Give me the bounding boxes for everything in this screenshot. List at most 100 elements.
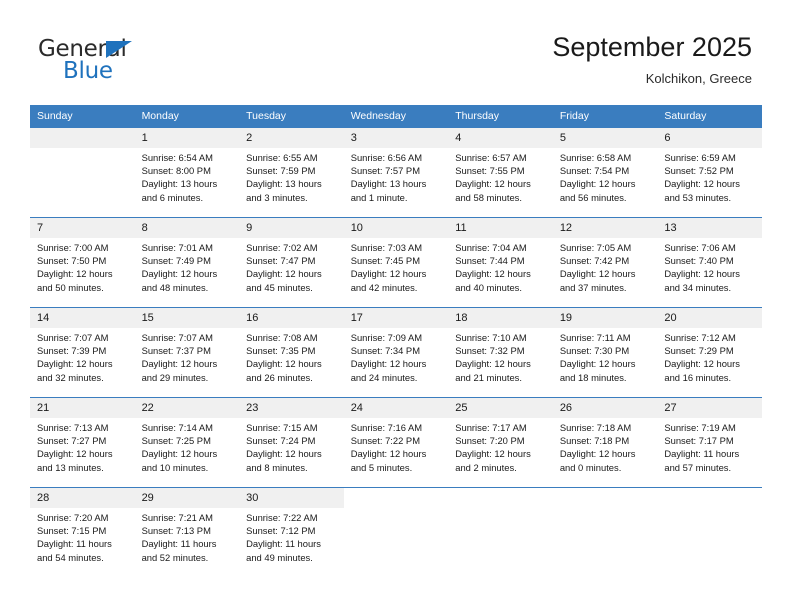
calendar-day-cell[interactable]: 10 Sunrise: 7:03 AM Sunset: 7:45 PM Dayligh… <box>343 217 449 308</box>
calendar-day-cell[interactable]: 11 Sunrise: 7:04 AM Sunset: 7:44 PM Dayligh… <box>448 217 553 308</box>
day-sun-info: Sunrise: 7:08 AM Sunset: 7:35 PM Daylight:… <box>239 328 344 384</box>
day-sun-info: Sunrise: 6:56 AM Sunset: 7:57 PM Daylight:… <box>344 148 449 204</box>
daylight-text-line1: Daylight: 12 hours <box>559 448 636 460</box>
daylight-text-line2: and 1 minute. <box>350 191 408 203</box>
calendar-day-cell[interactable]: 18 Sunrise: 7:10 AM Sunset: 7:32 PM Dayligh… <box>448 307 553 398</box>
day-cell-inner: 23 Sunrise: 7:15 AM Sunset: 7:24 PM Dayligh… <box>239 398 344 487</box>
calendar-day-cell[interactable]: 1 Sunrise: 6:54 AM Sunset: 8:00 PM Daylight… <box>134 127 240 218</box>
daylight-text-line1: Daylight: 13 hours <box>141 178 218 190</box>
sunset-text: Sunset: 7:54 PM <box>559 165 630 177</box>
daylight-text-line1: Daylight: 12 hours <box>455 178 531 190</box>
daylight-text-line2: and 29 minutes. <box>141 371 209 383</box>
calendar-day-cell[interactable]: 26 Sunrise: 7:18 AM Sunset: 7:18 PM Dayligh… <box>552 397 658 488</box>
calendar-day-cell[interactable]: 16 Sunrise: 7:08 AM Sunset: 7:35 PM Dayligh… <box>239 307 344 398</box>
calendar-day-cell[interactable]: 4 Sunrise: 6:57 AM Sunset: 7:55 PM Daylight… <box>448 127 553 218</box>
sunset-text: Sunset: 7:30 PM <box>559 345 630 357</box>
day-sun-info: Sunrise: 7:06 AM Sunset: 7:40 PM Daylight:… <box>657 238 762 294</box>
day-number: 3 <box>343 128 449 148</box>
daylight-text-line2: and 58 minutes. <box>455 191 522 203</box>
sunset-text: Sunset: 7:50 PM <box>37 255 107 267</box>
day-number: 1 <box>134 128 240 148</box>
day-cell-inner: 19 Sunrise: 7:11 AM Sunset: 7:30 PM Dayligh… <box>552 308 658 397</box>
day-sun-info: Sunrise: 6:58 AM Sunset: 7:54 PM Daylight:… <box>553 148 658 204</box>
calendar-day-cell[interactable]: 3 Sunrise: 6:56 AM Sunset: 7:57 PM Daylight… <box>343 127 449 218</box>
calendar-day-cell[interactable]: 17 Sunrise: 7:09 AM Sunset: 7:34 PM Dayligh… <box>343 307 449 398</box>
day-number: 15 <box>134 308 240 328</box>
daylight-text-line1: Daylight: 12 hours <box>141 268 218 280</box>
daylight-text-line2: and 53 minutes. <box>664 191 732 203</box>
calendar-day-cell[interactable]: 13 Sunrise: 7:06 AM Sunset: 7:40 PM Dayligh… <box>657 217 762 308</box>
sunrise-text: Sunrise: 7:17 AM <box>455 422 527 433</box>
calendar-day-cell[interactable]: 15 Sunrise: 7:07 AM Sunset: 7:37 PM Dayligh… <box>134 307 240 398</box>
sunset-text: Sunset: 7:59 PM <box>246 165 316 177</box>
day-number: 24 <box>343 398 449 418</box>
day-cell-inner: 29 Sunrise: 7:21 AM Sunset: 7:13 PM Dayligh… <box>134 488 240 577</box>
day-sun-info: Sunrise: 7:05 AM Sunset: 7:42 PM Daylight:… <box>553 238 658 294</box>
day-sun-info: Sunrise: 7:13 AM Sunset: 7:27 PM Daylight:… <box>30 418 135 474</box>
calendar-day-cell[interactable]: 19 Sunrise: 7:11 AM Sunset: 7:30 PM Dayligh… <box>552 307 658 398</box>
day-sun-info: Sunrise: 7:16 AM Sunset: 7:22 PM Daylight:… <box>344 418 449 474</box>
day-number: 14 <box>30 308 135 328</box>
daylight-text-line2: and 13 minutes. <box>37 461 104 473</box>
day-cell-inner <box>30 128 135 217</box>
day-number: 23 <box>239 398 344 418</box>
calendar-day-cell[interactable]: 5 Sunrise: 6:58 AM Sunset: 7:54 PM Daylight… <box>552 127 658 218</box>
sunrise-text: Sunrise: 7:05 AM <box>559 242 632 253</box>
day-number: 30 <box>239 488 344 508</box>
calendar-day-cell[interactable]: 9 Sunrise: 7:02 AM Sunset: 7:47 PM Daylight… <box>239 217 344 308</box>
calendar-day-cell[interactable]: 22 Sunrise: 7:14 AM Sunset: 7:25 PM Dayligh… <box>134 397 240 488</box>
calendar-day-cell[interactable]: 25 Sunrise: 7:17 AM Sunset: 7:20 PM Dayligh… <box>448 397 553 488</box>
sunrise-sunset-calendar: Sunday Monday Tuesday Wednesday Thursday… <box>30 105 762 577</box>
general-blue-logo[interactable]: General Blue <box>38 36 238 86</box>
calendar-day-cell[interactable]: 29 Sunrise: 7:21 AM Sunset: 7:13 PM Dayligh… <box>134 487 240 577</box>
calendar-day-cell[interactable]: 24 Sunrise: 7:16 AM Sunset: 7:22 PM Dayligh… <box>343 397 449 488</box>
calendar-day-cell[interactable]: 14 Sunrise: 7:07 AM Sunset: 7:39 PM Dayligh… <box>30 307 135 398</box>
day-cell-inner: 25 Sunrise: 7:17 AM Sunset: 7:20 PM Dayligh… <box>448 398 553 487</box>
sunrise-text: Sunrise: 7:07 AM <box>37 332 109 343</box>
calendar-day-cell[interactable]: 7 Sunrise: 7:00 AM Sunset: 7:50 PM Daylight… <box>30 217 135 308</box>
daylight-text-line1: Daylight: 11 hours <box>141 538 217 550</box>
calendar-day-cell[interactable]: 8 Sunrise: 7:01 AM Sunset: 7:49 PM Daylight… <box>134 217 240 308</box>
day-number: 27 <box>657 398 762 418</box>
page-header: General Blue September 2025 Kolchikon, G… <box>0 0 792 102</box>
day-cell-inner: 17 Sunrise: 7:09 AM Sunset: 7:34 PM Dayligh… <box>343 308 449 397</box>
calendar-day-cell[interactable]: 27 Sunrise: 7:19 AM Sunset: 7:17 PM Dayligh… <box>657 397 762 488</box>
daylight-text-line1: Daylight: 12 hours <box>141 448 218 460</box>
day-number: 9 <box>239 218 344 238</box>
calendar-day-cell[interactable]: 20 Sunrise: 7:12 AM Sunset: 7:29 PM Dayligh… <box>657 307 762 398</box>
day-number: 29 <box>134 488 240 508</box>
day-cell-inner: 1 Sunrise: 6:54 AM Sunset: 8:00 PM Daylight… <box>134 128 240 217</box>
sunrise-text: Sunrise: 7:03 AM <box>350 242 423 253</box>
weekday-header-sunday: Sunday <box>30 105 135 128</box>
calendar-day-cell[interactable]: 21 Sunrise: 7:13 AM Sunset: 7:27 PM Dayligh… <box>30 397 135 488</box>
calendar-day-cell[interactable]: 12 Sunrise: 7:05 AM Sunset: 7:42 PM Dayligh… <box>552 217 658 308</box>
day-number: 28 <box>30 488 135 508</box>
sunset-text: Sunset: 7:13 PM <box>141 525 211 537</box>
day-number <box>657 488 762 508</box>
sunrise-text: Sunrise: 7:08 AM <box>246 332 318 343</box>
daylight-text-line2: and 24 minutes. <box>350 371 418 383</box>
sunrise-text: Sunrise: 7:13 AM <box>37 422 109 433</box>
calendar-day-cell[interactable]: 2 Sunrise: 6:55 AM Sunset: 7:59 PM Daylight… <box>239 127 344 218</box>
sunrise-text: Sunrise: 7:21 AM <box>141 512 213 523</box>
daylight-text-line1: Daylight: 12 hours <box>664 358 740 370</box>
calendar-day-cell[interactable]: 6 Sunrise: 6:59 AM Sunset: 7:52 PM Daylight… <box>657 127 762 218</box>
day-cell-inner: 21 Sunrise: 7:13 AM Sunset: 7:27 PM Dayligh… <box>30 398 135 487</box>
calendar-day-cell[interactable]: 28 Sunrise: 7:20 AM Sunset: 7:15 PM Dayligh… <box>30 487 135 577</box>
daylight-text-line2: and 54 minutes. <box>37 551 104 563</box>
sunrise-text: Sunrise: 7:02 AM <box>246 242 318 253</box>
daylight-text-line1: Daylight: 12 hours <box>37 268 113 280</box>
calendar-day-cell[interactable]: 30 Sunrise: 7:22 AM Sunset: 7:12 PM Dayligh… <box>239 487 344 577</box>
calendar-day-cell[interactable]: 23 Sunrise: 7:15 AM Sunset: 7:24 PM Dayligh… <box>239 397 344 488</box>
day-number: 10 <box>343 218 449 238</box>
daylight-text-line2: and 50 minutes. <box>37 281 104 293</box>
calendar-day-cell <box>30 127 135 218</box>
sunset-text: Sunset: 7:34 PM <box>350 345 420 357</box>
day-number: 20 <box>657 308 762 328</box>
daylight-text-line2: and 45 minutes. <box>246 281 313 293</box>
day-number: 17 <box>343 308 449 328</box>
weekday-header-thursday: Thursday <box>448 105 553 128</box>
daylight-text-line2: and 0 minutes. <box>559 461 622 473</box>
sunset-text: Sunset: 7:37 PM <box>141 345 211 357</box>
calendar-day-cell <box>448 487 553 577</box>
